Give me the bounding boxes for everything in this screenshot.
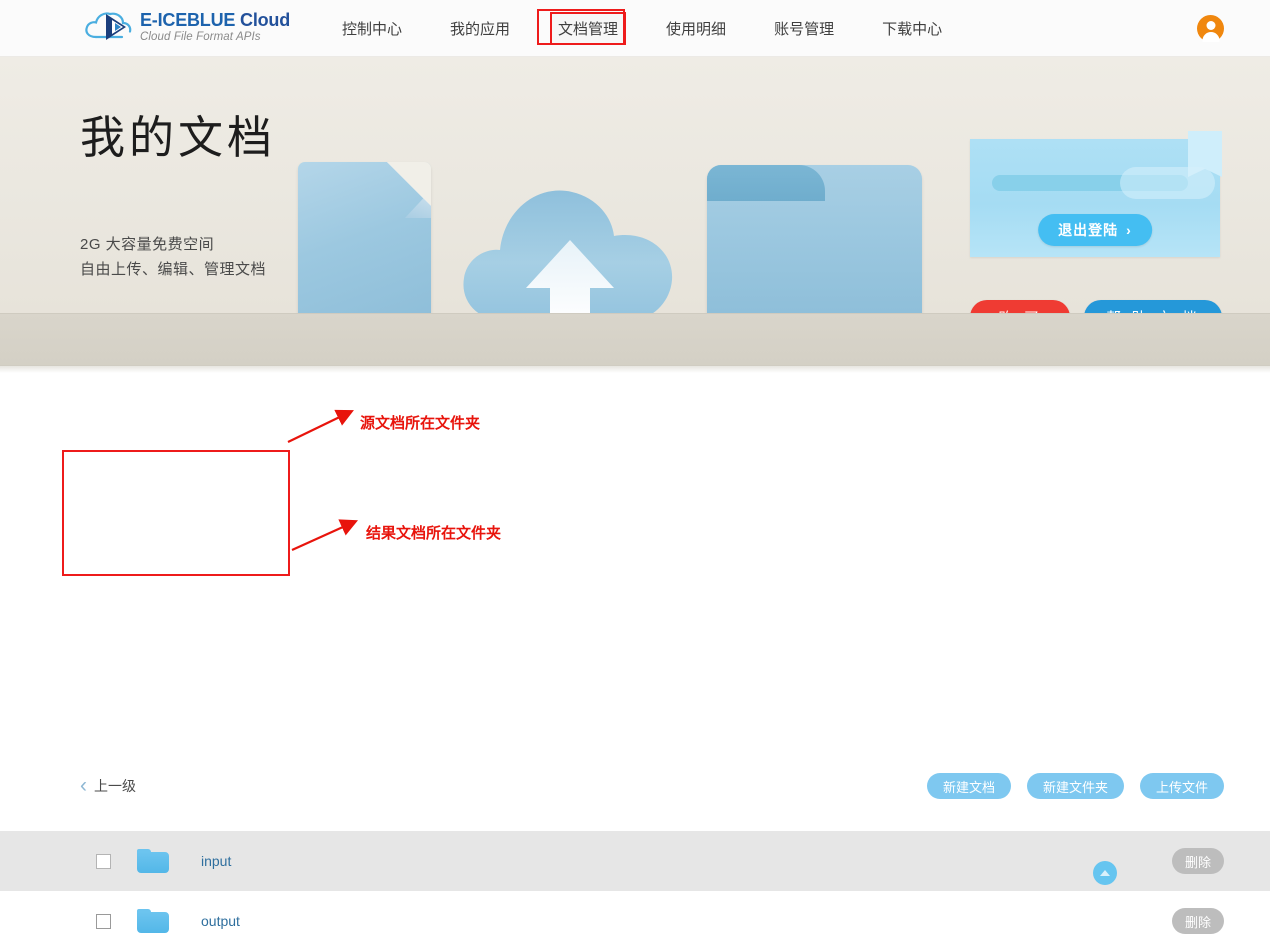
row-checkbox[interactable] (96, 853, 111, 869)
logout-button-label: 退出登陆 (1058, 222, 1119, 238)
section-divider-band (0, 313, 1270, 366)
folder-icon (137, 909, 169, 933)
logo-title-product: Cloud (240, 9, 291, 30)
up-one-level-label: 上一级 (94, 777, 136, 794)
file-manager-actions: 新建文档 新建文件夹 上传文件 (911, 773, 1224, 799)
file-manager: ‹ 上一级 新建文档 新建文件夹 上传文件 input 删除 output 删除 (0, 373, 1270, 951)
delete-button[interactable]: 删除 (1172, 908, 1224, 934)
annotation-label-result-folder: 结果文档所在文件夹 (366, 525, 502, 542)
nav-control-center[interactable]: 控制中心 (336, 14, 408, 43)
logo-subtitle: Cloud File Format APIs (140, 30, 261, 43)
page-title: 我的文档 (80, 112, 277, 163)
band-fade-decoration (0, 365, 1270, 373)
delete-button[interactable]: 删除 (1172, 848, 1224, 874)
chevron-right-icon: › (1126, 222, 1132, 238)
chevron-left-icon: ‹ (80, 774, 87, 797)
folder-icon (137, 849, 169, 873)
nav-my-apps[interactable]: 我的应用 (444, 14, 516, 43)
new-folder-button[interactable]: 新建文件夹 (1026, 773, 1124, 799)
hero-subtitle: 2G 大容量免费空间 自由上传、编辑、管理文档 (80, 232, 266, 282)
nav-document-management[interactable]: 文档管理 (550, 12, 627, 45)
cloud-logo-icon (82, 7, 134, 47)
scroll-to-top-icon[interactable] (1093, 861, 1117, 885)
user-avatar-icon[interactable] (1197, 15, 1224, 42)
folder-name-link[interactable]: output (201, 913, 240, 929)
hero-banner: 我的文档 2G 大容量免费空间 自由上传、编辑、管理文档 退出登陆 › (0, 57, 1270, 334)
table-row[interactable]: output 删除 (0, 891, 1270, 951)
hero-subtitle-line1: 2G 大容量免费空间 (80, 236, 215, 253)
hero-subtitle-line2: 自由上传、编辑、管理文档 (80, 261, 267, 278)
main-navigation: 控制中心 我的应用 文档管理 使用明细 账号管理 下载中心 (336, 0, 948, 57)
new-document-button[interactable]: 新建文档 (926, 773, 1011, 799)
nav-account-management[interactable]: 账号管理 (768, 14, 840, 43)
page-root: E-ICEBLUE Cloud Cloud File Format APIs 控… (0, 0, 1270, 951)
logout-panel: 退出登陆 › (970, 131, 1222, 257)
upload-file-button[interactable]: 上传文件 (1139, 773, 1224, 799)
cloud-upload-icon (452, 162, 688, 330)
site-logo[interactable]: E-ICEBLUE Cloud Cloud File Format APIs (82, 7, 290, 47)
up-one-level-link[interactable]: ‹ 上一级 (80, 775, 136, 796)
site-header: E-ICEBLUE Cloud Cloud File Format APIs 控… (0, 0, 1270, 57)
nav-download-center[interactable]: 下载中心 (876, 14, 948, 43)
folder-name-link[interactable]: input (201, 853, 231, 869)
folder-icon (707, 165, 922, 330)
table-row[interactable]: input 删除 (0, 831, 1270, 891)
logout-button[interactable]: 退出登陆 › (1038, 214, 1152, 246)
document-icon (298, 162, 431, 330)
panel-band2-decoration (1120, 167, 1215, 199)
row-checkbox[interactable] (96, 913, 111, 929)
logo-text: E-ICEBLUE Cloud Cloud File Format APIs (140, 11, 290, 44)
annotation-label-source-folder: 源文档所在文件夹 (360, 415, 481, 432)
nav-usage-details[interactable]: 使用明细 (660, 14, 732, 43)
logo-title: E-ICEBLUE Cloud (140, 11, 290, 29)
logo-title-brand: E-ICEBLUE (140, 9, 236, 30)
